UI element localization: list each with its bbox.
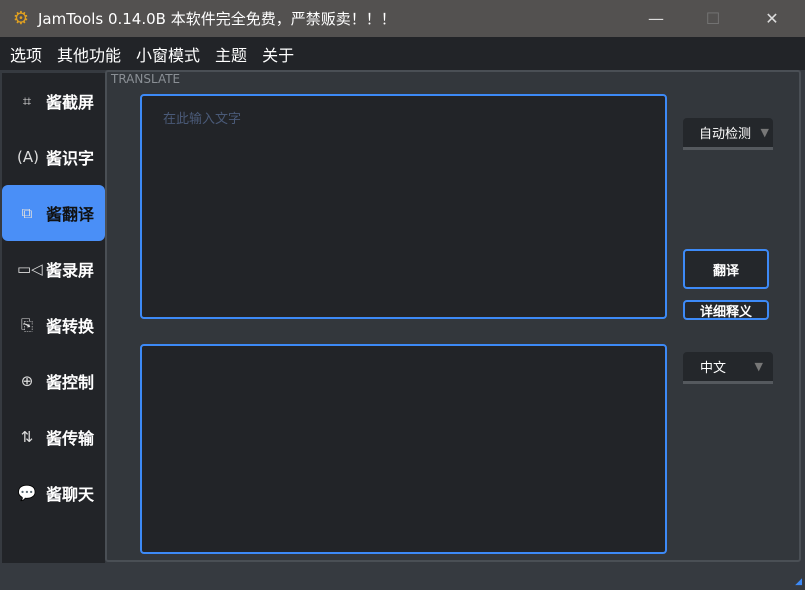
sidebar-item-convert[interactable]: ⎘ 酱转换 xyxy=(2,297,105,353)
crop-icon: ⌗ xyxy=(22,92,32,110)
sidebar-item-chat[interactable]: 💬 酱聊天 xyxy=(2,465,105,521)
file-convert-icon: ⎘ xyxy=(20,316,33,334)
sidebar-item-transfer[interactable]: ⇅ 酱传输 xyxy=(2,409,105,465)
video-camera-icon: ▭◁ xyxy=(17,260,43,278)
sidebar-item-label: 酱聊天 xyxy=(46,485,95,504)
sidebar-item-label: 酱传输 xyxy=(46,429,95,448)
menu-mini-mode[interactable]: 小窗模式 xyxy=(136,42,200,66)
source-text-input[interactable]: 在此输入文字 xyxy=(140,94,667,319)
ocr-icon: (A) xyxy=(17,148,39,166)
transfer-icon: ⇅ xyxy=(20,428,34,446)
control-icon: ⊕ xyxy=(20,372,34,390)
translate-panel: TRANSLATE 在此输入文字 自动检测 ▼ 翻译 详细释义 中文 ▼ xyxy=(105,70,801,562)
close-button[interactable]: ✕ xyxy=(743,0,801,37)
chat-icon: 💬 xyxy=(17,484,37,502)
menu-bar: 选项 其他功能 小窗模式 主题 关于 xyxy=(0,37,805,70)
resize-grip-icon[interactable]: ◢ xyxy=(795,577,802,587)
window-title: JamTools 0.14.0B 本软件完全免费，严禁贩卖！！！ xyxy=(38,10,396,28)
gear-logo-icon: ⚙ xyxy=(12,7,30,29)
sidebar-item-translate[interactable]: ⧉ 酱翻译 xyxy=(2,185,105,241)
translate-button[interactable]: 翻译 xyxy=(683,249,769,289)
sidebar: ⌗ 酱截屏 (A) 酱识字 ⧉ 酱翻译 ▭◁ 酱录屏 ⎘ 酱转换 ⊕ 酱控制 ⇅ 酱传输 💬 酱… xyxy=(2,73,105,563)
translate-icon: ⧉ xyxy=(21,204,33,222)
sidebar-item-label: 酱录屏 xyxy=(46,261,95,280)
sidebar-item-label: 酱截屏 xyxy=(46,93,95,112)
menu-options[interactable]: 选项 xyxy=(10,42,42,66)
sidebar-item-label: 酱控制 xyxy=(46,373,95,392)
chevron-down-icon: ▼ xyxy=(754,360,763,373)
input-placeholder: 在此输入文字 xyxy=(163,112,242,127)
sidebar-item-ocr[interactable]: (A) 酱识字 xyxy=(2,129,105,185)
section-label: TRANSLATE xyxy=(111,72,181,86)
menu-about[interactable]: 关于 xyxy=(262,42,294,66)
menu-other-functions[interactable]: 其他功能 xyxy=(57,42,121,66)
sidebar-item-control[interactable]: ⊕ 酱控制 xyxy=(2,353,105,409)
sidebar-item-label: 酱翻译 xyxy=(46,205,95,224)
source-language-select[interactable]: 自动检测 ▼ xyxy=(683,118,773,150)
target-language-value: 中文 xyxy=(700,361,727,376)
maximize-button[interactable]: ☐ xyxy=(684,0,742,37)
translation-output[interactable] xyxy=(140,344,667,554)
source-language-value: 自动检测 xyxy=(699,127,752,142)
sidebar-item-label: 酱转换 xyxy=(46,317,95,336)
target-language-select[interactable]: 中文 ▼ xyxy=(683,352,773,384)
minimize-button[interactable]: — xyxy=(627,0,685,37)
detail-definition-button[interactable]: 详细释义 xyxy=(683,300,769,320)
sidebar-item-screenshot[interactable]: ⌗ 酱截屏 xyxy=(2,73,105,129)
menu-theme[interactable]: 主题 xyxy=(215,42,247,66)
chevron-down-icon: ▼ xyxy=(760,126,769,139)
sidebar-item-record[interactable]: ▭◁ 酱录屏 xyxy=(2,241,105,297)
title-bar: ⚙ JamTools 0.14.0B 本软件完全免费，严禁贩卖！！！ — ☐ ✕ xyxy=(0,0,805,37)
sidebar-item-label: 酱识字 xyxy=(46,149,95,168)
